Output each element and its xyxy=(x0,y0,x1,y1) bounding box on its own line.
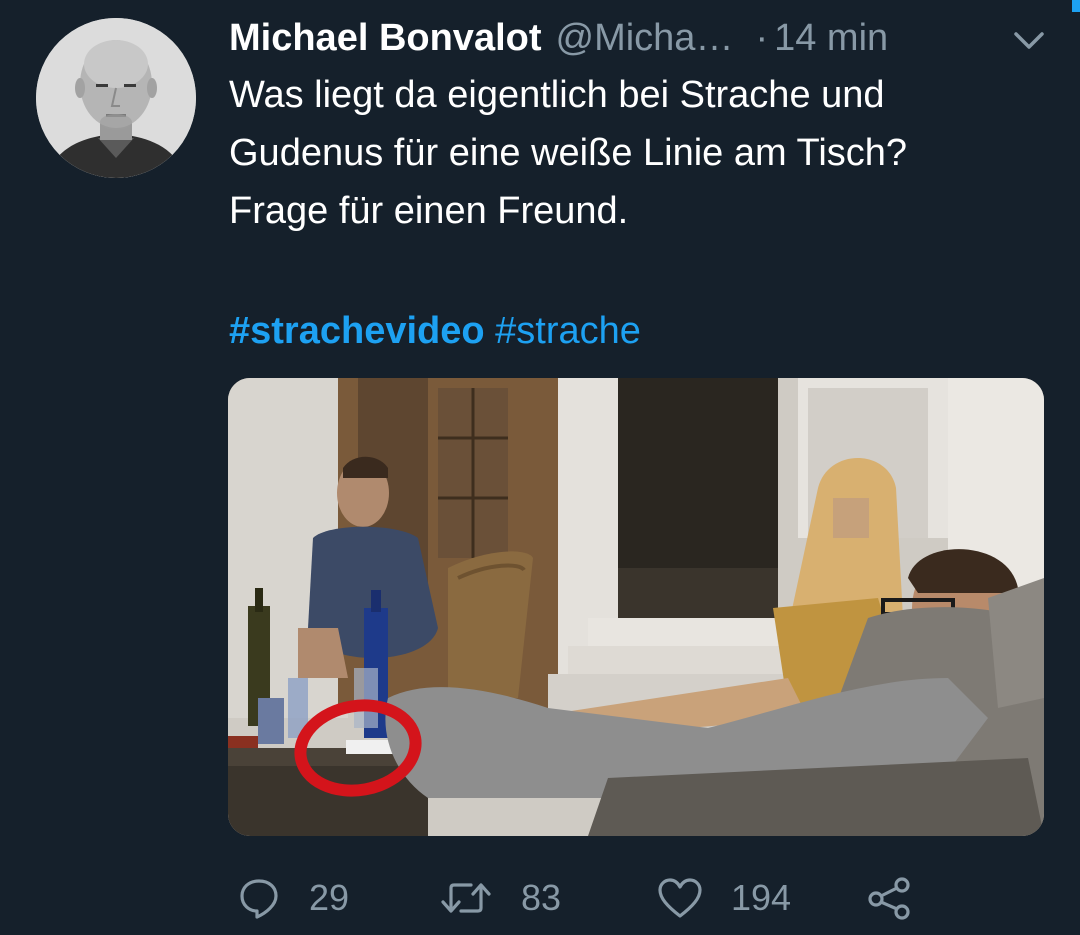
header-separator: · xyxy=(755,16,769,59)
hashtag-link[interactable]: #strachevideo xyxy=(229,310,485,352)
tweet-text-line: Gudenus für eine weiße Linie am Tisch? xyxy=(229,132,908,174)
share-button[interactable] xyxy=(865,866,913,930)
avatar-image xyxy=(36,18,196,178)
tweet-header: Michael Bonvalot @Micha… · 14 min xyxy=(229,10,1049,66)
like-count: 194 xyxy=(731,877,792,918)
tweet-text-line: Was liegt da eigentlich bei Strache und xyxy=(229,74,885,116)
reply-button[interactable]: 29 xyxy=(237,866,349,930)
avatar[interactable] xyxy=(36,18,196,178)
author-display-name[interactable]: Michael Bonvalot xyxy=(229,17,542,60)
retweet-count: 83 xyxy=(521,877,562,918)
like-button[interactable]: 194 xyxy=(657,866,791,930)
tweet-actions: 29 83 194 xyxy=(229,866,1029,930)
reply-count: 29 xyxy=(309,877,350,918)
author-handle[interactable]: @Micha… xyxy=(556,17,734,60)
reply-icon xyxy=(237,876,281,920)
retweet-button[interactable]: 83 xyxy=(439,866,561,930)
chevron-down-icon[interactable] xyxy=(1010,26,1048,54)
photo-scene xyxy=(228,378,1044,836)
heart-icon xyxy=(657,876,703,920)
scroll-indicator xyxy=(1072,0,1080,12)
hashtag-link[interactable]: #strache xyxy=(495,310,641,352)
tweet-text-line: Frage für einen Freund. xyxy=(229,190,629,232)
retweet-icon xyxy=(439,876,493,920)
tweet-timestamp[interactable]: 14 min xyxy=(774,17,888,60)
tweet-card[interactable]: Michael Bonvalot @Micha… · 14 min Was li… xyxy=(0,0,1080,935)
hashtags: #strachevideo #strache xyxy=(229,302,641,360)
tweet-text: Was liegt da eigentlich bei Strache und … xyxy=(229,66,1049,240)
tweet-media-photo[interactable] xyxy=(228,378,1044,836)
share-icon xyxy=(865,876,913,920)
